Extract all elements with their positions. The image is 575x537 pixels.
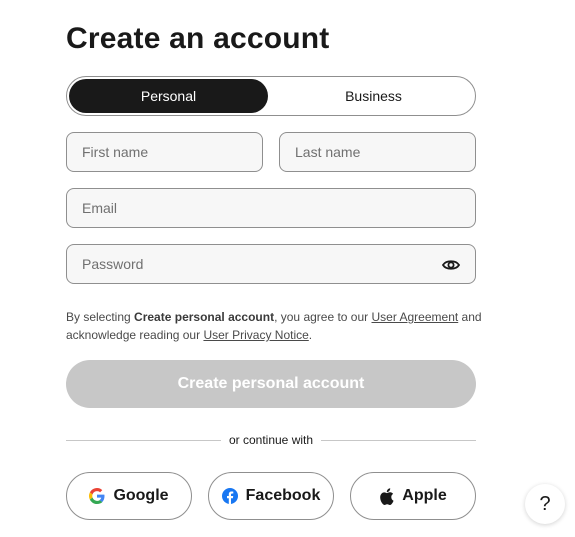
apple-icon: [379, 487, 394, 505]
legal-suffix: .: [308, 328, 313, 342]
page-title: Create an account: [66, 22, 330, 55]
legal-notice: By selecting Create personal account, yo…: [66, 308, 486, 344]
tab-business[interactable]: Business: [274, 79, 473, 113]
tab-personal[interactable]: Personal: [69, 79, 268, 113]
password-field-wrapper: [66, 244, 476, 284]
email-field-wrapper: [66, 188, 476, 228]
account-type-toggle: Personal Business: [66, 76, 476, 116]
google-label: Google: [113, 487, 169, 504]
facebook-label: Facebook: [245, 487, 321, 504]
google-button[interactable]: Google: [66, 472, 192, 520]
continue-divider: or continue with: [66, 432, 477, 448]
email-input[interactable]: [67, 189, 475, 227]
last-name-input[interactable]: [280, 133, 475, 171]
legal-bold: Create personal account: [134, 310, 275, 324]
apple-label: Apple: [402, 487, 447, 504]
help-button[interactable]: ?: [525, 484, 565, 524]
privacy-notice-link[interactable]: User Privacy Notice: [203, 328, 308, 342]
google-icon: [89, 488, 105, 504]
eye-icon[interactable]: [441, 257, 461, 273]
divider-line-right: [321, 439, 477, 441]
facebook-button[interactable]: Facebook: [208, 472, 334, 520]
create-account-button[interactable]: Create personal account: [66, 360, 476, 408]
last-name-field-wrapper: [279, 132, 476, 172]
facebook-icon: [221, 488, 238, 504]
apple-button[interactable]: Apple: [350, 472, 476, 520]
first-name-field-wrapper: [66, 132, 263, 172]
user-agreement-link[interactable]: User Agreement: [372, 310, 459, 324]
first-name-input[interactable]: [67, 133, 262, 171]
legal-middle: , you agree to our: [274, 310, 372, 324]
password-input[interactable]: [67, 245, 475, 283]
divider-label: or continue with: [228, 433, 314, 447]
legal-prefix: By selecting: [66, 310, 135, 324]
divider-line-left: [66, 439, 221, 441]
